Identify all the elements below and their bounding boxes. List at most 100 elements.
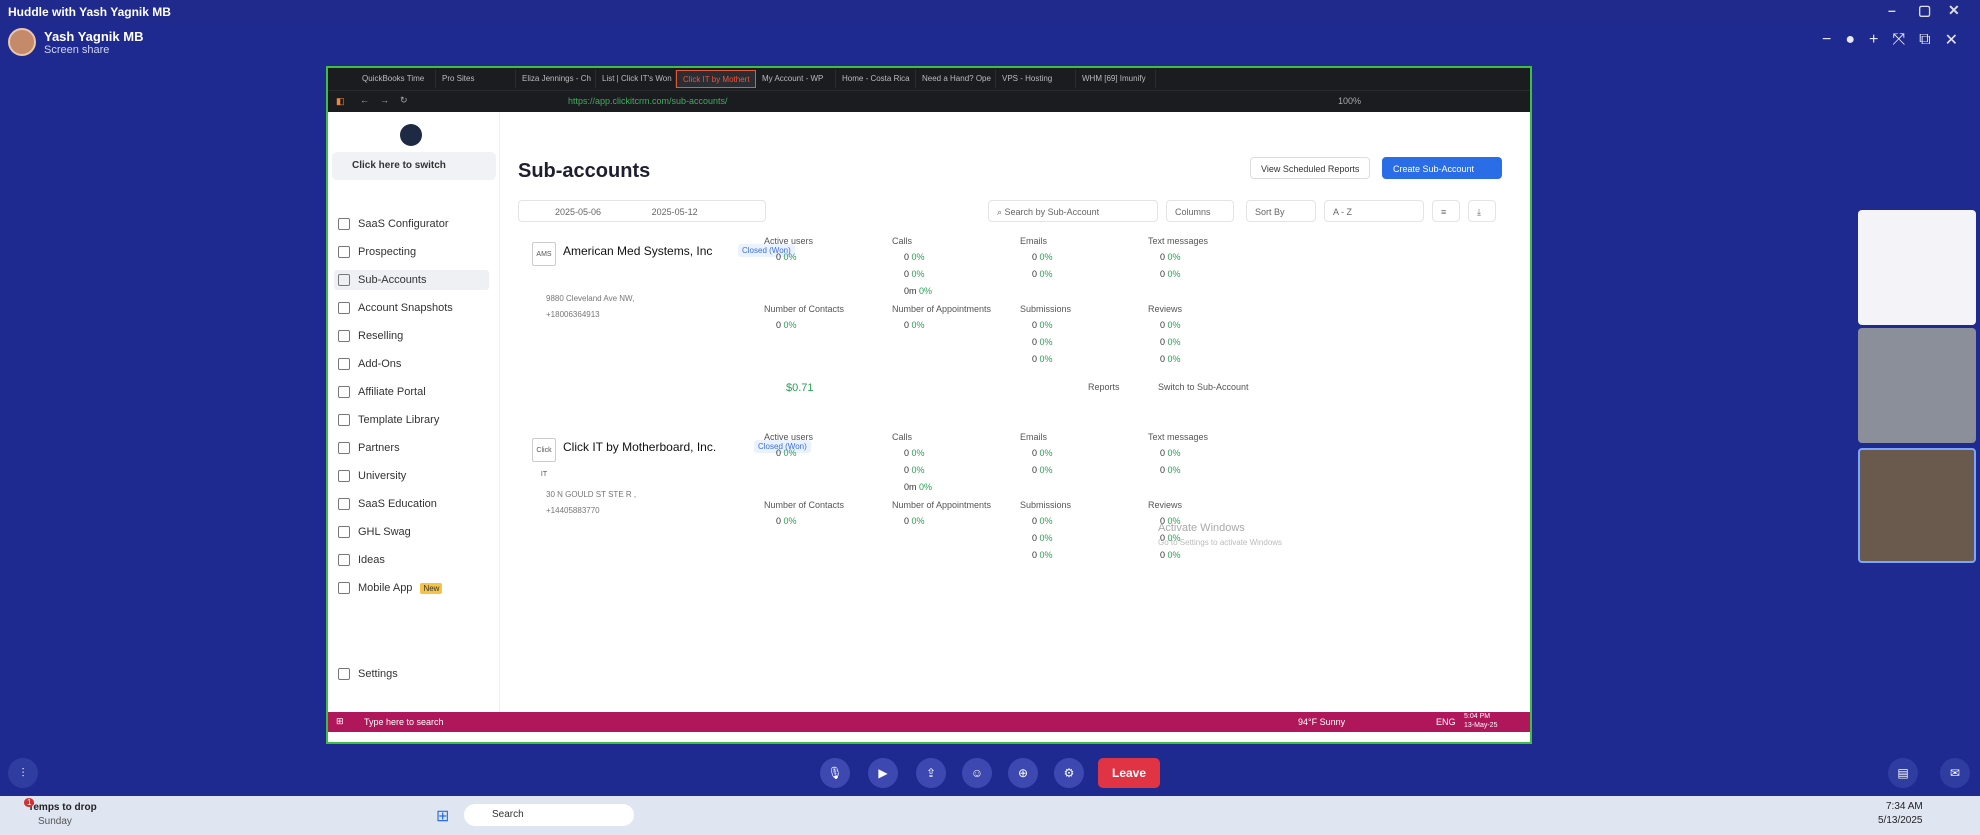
gear-icon [338, 668, 350, 680]
switch-to-sub-account-link[interactable]: Switch to Sub-Account [1158, 382, 1249, 392]
watermark-title: Activate Windows [1158, 522, 1245, 534]
sidebar-item-mobile-app[interactable]: Mobile App New [338, 582, 443, 594]
sidebar-item-label: University [358, 470, 407, 482]
date-from: 2025-05-06 [555, 207, 602, 217]
presenter-subtitle: Screen share [44, 43, 110, 56]
date-range-picker[interactable]: 2025-05-06 2025-05-12 [518, 200, 766, 222]
zoom-in-icon[interactable]: + [1869, 31, 1878, 49]
shared-screen-thumbnail[interactable] [1858, 210, 1976, 325]
presenter-info: Yash Yagnik MB Screen share [8, 28, 143, 56]
filter-icon[interactable]: ≡ [1432, 200, 1460, 222]
stat-count: 0 [1032, 337, 1038, 347]
leave-button[interactable]: Leave [1098, 758, 1160, 788]
company-logo: AMS [532, 242, 556, 266]
add-people-icon[interactable]: ⊕ [1008, 758, 1038, 788]
address: 9880 Cleveland Ave NW, [546, 294, 635, 303]
label-text-messages: Text messages [1148, 236, 1209, 246]
sidebar-item-settings[interactable]: Settings [338, 668, 398, 680]
sidebar-item-ghl-swag[interactable]: GHL Swag [338, 526, 411, 538]
sidebar-item-partners[interactable]: Partners [338, 442, 400, 454]
tab[interactable]: Pro Sites [436, 70, 516, 88]
sidebar-item-saas-education[interactable]: SaaS Education [338, 498, 437, 510]
back-icon[interactable]: ← [360, 95, 369, 105]
sort-select[interactable]: A - Z [1324, 200, 1424, 222]
stat-value: 0 0% [1160, 337, 1181, 347]
stat-value: 0 0% [776, 320, 797, 330]
taskbar-search-box[interactable]: Search [464, 804, 634, 826]
sidebar-item-template-library[interactable]: Template Library [338, 414, 439, 426]
sidebar-item-label: Ideas [358, 554, 385, 566]
forward-icon[interactable]: → [380, 95, 389, 105]
stat-pct: 0% [1167, 465, 1181, 475]
tab[interactable]: Need a Hand? Ope [916, 70, 996, 88]
sidebar-item-sub-accounts[interactable]: Sub-Accounts [334, 270, 489, 290]
account-name[interactable]: American Med Systems, Inc [563, 244, 712, 258]
phone: +14405883770 [546, 506, 600, 515]
sidebar-item-add-ons[interactable]: Add-Ons [338, 358, 401, 370]
tab[interactable]: My Account - WP [756, 70, 836, 88]
tab[interactable]: WHM [69] Imunify [1076, 70, 1156, 88]
stat-pct: 0% [911, 320, 925, 330]
sidebar-item-affiliate-portal[interactable]: Affiliate Portal [338, 386, 426, 398]
create-sub-account-button[interactable]: Create Sub-Account [1382, 157, 1502, 179]
microphone-icon[interactable]: 🎙 [820, 758, 850, 788]
url-field[interactable]: https://app.clickitcrm.com/sub-accounts/ [568, 96, 728, 106]
account-card: Click IT Click IT by Motherboard, Inc. C… [518, 428, 1298, 618]
notes-icon[interactable]: ▤ [1888, 758, 1918, 788]
chat-icon[interactable]: ✉ [1940, 758, 1970, 788]
zoom-slider[interactable]: ● [1845, 31, 1855, 49]
view-scheduled-reports-button[interactable]: View Scheduled Reports [1250, 157, 1371, 179]
sidebar-item-ideas[interactable]: Ideas [338, 554, 385, 566]
sidebar-item-prospecting[interactable]: Prospecting [338, 246, 416, 258]
clock-time: 5:04 PM [1464, 713, 1491, 720]
stat-pct: 0% [1039, 516, 1053, 526]
video-icon[interactable]: ▶ [868, 758, 898, 788]
stat-pct: 0% [1039, 354, 1053, 364]
sidebar-item-university[interactable]: University [338, 470, 406, 482]
zoom-out-icon[interactable]: − [1822, 31, 1831, 49]
sidebar-item-saas-configurator[interactable]: SaaS Configurator [338, 218, 449, 230]
stat-pct: 0% [1039, 550, 1053, 560]
maximize-icon[interactable]: ▢ [1918, 2, 1931, 19]
sidebar-toggle-icon[interactable]: ◧ [336, 96, 345, 107]
columns-button[interactable]: Columns [1166, 200, 1234, 222]
sort-by-button[interactable]: Sort By [1246, 200, 1316, 222]
search-input[interactable]: ⌕ Search by Sub-Account [988, 200, 1158, 222]
emoji-icon[interactable]: ☺ [962, 758, 992, 788]
settings-icon[interactable]: ⚙ [1054, 758, 1084, 788]
minimize-icon[interactable]: – [1888, 2, 1896, 18]
pointer-icon[interactable]: ⤧ [1892, 31, 1905, 49]
sidebar-item-account-snapshots[interactable]: Account Snapshots [338, 302, 453, 314]
stat-value: 0 0% [904, 516, 925, 526]
tab[interactable]: QuickBooks Time [356, 70, 436, 88]
popout-icon[interactable]: ⧉ [1919, 31, 1930, 49]
clock-date: 13-May-25 [1464, 722, 1498, 729]
account-name[interactable]: Click IT by Motherboard, Inc. [563, 440, 716, 454]
tab[interactable]: VPS - Hosting [996, 70, 1076, 88]
account-switcher[interactable]: Click here to switch [332, 152, 496, 180]
stat-value: 0 0% [904, 269, 925, 279]
reports-link[interactable]: Reports [1088, 382, 1120, 392]
participant-video[interactable] [1858, 328, 1976, 443]
stat-value: 0 0% [776, 252, 797, 262]
close-share-icon[interactable]: ✕ [1945, 30, 1958, 50]
sidebar-item-label: Account Snapshots [358, 302, 453, 314]
sidebar-item-label: SaaS Education [358, 498, 437, 510]
tab[interactable]: Eliza Jennings - Ch [516, 70, 596, 88]
participant-video[interactable] [1858, 448, 1976, 563]
clock-time: 7:34 AM [1886, 801, 1923, 812]
tab[interactable]: Home - Costa Rica [836, 70, 916, 88]
stats-icon[interactable]: ⫶ [8, 758, 38, 788]
new-badge: New [420, 582, 443, 594]
tab-active[interactable]: Click IT by Mothert [676, 70, 756, 88]
label-emails: Emails [1020, 432, 1048, 442]
download-icon[interactable]: ⤓ [1468, 200, 1496, 222]
sidebar-item-reselling[interactable]: Reselling [338, 330, 403, 342]
close-icon[interactable]: ✕ [1948, 2, 1960, 19]
screen-share-icon[interactable]: ⇪ [916, 758, 946, 788]
reload-icon[interactable]: ↻ [400, 95, 408, 106]
taskbar-search[interactable]: Type here to search [364, 717, 444, 727]
tab[interactable]: List | Click IT's Won [596, 70, 676, 88]
windows-icon[interactable]: ⊞ [336, 716, 344, 727]
windows-start-icon[interactable]: ⊞ [436, 806, 449, 826]
